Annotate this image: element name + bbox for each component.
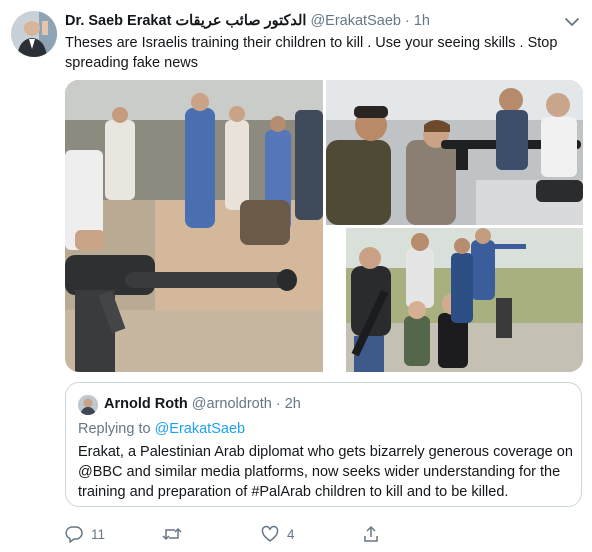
quoted-avatar[interactable] — [78, 395, 98, 415]
like-count: 4 — [287, 526, 295, 542]
media-grid[interactable] — [65, 80, 583, 372]
author-name[interactable]: Dr. Saeb Erakat — [65, 13, 171, 29]
quoted-author-handle[interactable]: @arnoldroth — [192, 396, 272, 412]
replying-to-line: Replying to @ErakatSaeb — [78, 419, 245, 439]
quoted-tweet[interactable]: Arnold Roth @arnoldroth · 2h Replying to… — [65, 382, 582, 507]
retweet-button[interactable] — [162, 524, 190, 544]
tweet-time[interactable]: 1h — [414, 13, 430, 29]
quoted-text: Erakat, a Palestinian Arab diplomat who … — [78, 444, 573, 500]
share-button[interactable] — [362, 524, 388, 544]
quoted-separator-dot: · — [275, 396, 281, 412]
author-name-arabic[interactable]: الدكتور صائب عريقات — [175, 13, 306, 29]
quoted-author-name[interactable]: Arnold Roth — [104, 396, 188, 412]
replying-to-link[interactable]: @ErakatSaeb — [155, 421, 246, 437]
photo-rifle-training[interactable] — [65, 80, 323, 372]
quoted-time[interactable]: 2h — [285, 396, 301, 412]
retweet-icon — [162, 527, 182, 541]
author-handle[interactable]: @ErakatSaeb — [310, 13, 401, 29]
reply-icon — [65, 526, 83, 543]
heart-icon — [261, 525, 279, 542]
quoted-header: Arnold Roth @arnoldroth · 2h — [104, 394, 301, 414]
reply-count: 11 — [91, 526, 106, 542]
tweet-text: Theses are Israelis training their child… — [65, 35, 558, 71]
chevron-down-icon[interactable] — [565, 14, 579, 26]
photo-soldier-with-child[interactable] — [326, 80, 583, 225]
reply-button[interactable]: 11 — [65, 524, 105, 544]
share-icon — [364, 525, 378, 542]
tweet-actions: 11 4 — [65, 524, 585, 544]
author-avatar[interactable] — [11, 11, 57, 57]
tweet-header: Dr. Saeb Erakat الدكتور صائب عريقات @Era… — [65, 11, 430, 31]
replying-to-prefix: Replying to — [78, 421, 155, 437]
separator-dot: · — [404, 13, 410, 29]
like-button[interactable]: 4 — [261, 524, 295, 544]
tweet[interactable]: Dr. Saeb Erakat الدكتور صائب عريقات @Era… — [0, 0, 592, 552]
photo-children-with-rifles[interactable] — [326, 228, 583, 372]
